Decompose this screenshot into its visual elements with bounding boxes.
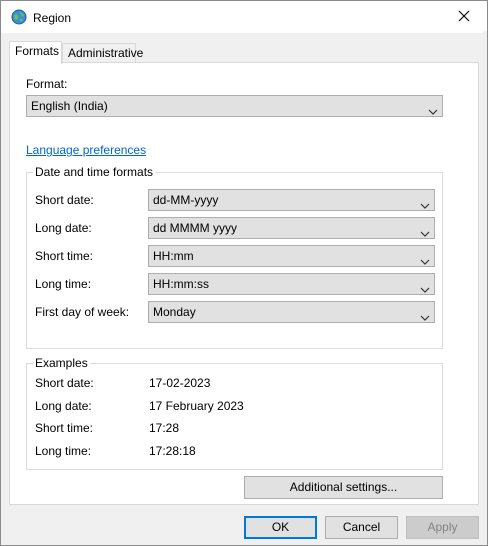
example-short-time-label: Short time: [35,421,94,435]
apply-button[interactable]: Apply [406,516,479,539]
short-time-dropdown[interactable]: HH:mm [148,245,435,267]
format-label: Format: [26,77,68,91]
chevron-down-icon [420,252,430,265]
chevron-down-icon [420,224,430,237]
first-day-of-week-dropdown[interactable]: Monday [148,301,435,323]
ok-button[interactable]: OK [244,516,317,539]
short-time-label: Short time: [35,249,94,263]
short-date-value: dd-MM-yyyy [153,193,219,207]
long-date-label: Long date: [35,221,92,235]
long-date-value: dd MMMM yyyy [153,221,237,235]
short-date-dropdown[interactable]: dd-MM-yyyy [148,189,435,211]
group-title-examples: Examples [33,356,90,370]
long-date-dropdown[interactable]: dd MMMM yyyy [148,217,435,239]
example-long-date-label: Long date: [35,399,92,413]
short-date-label: Short date: [35,193,94,207]
chevron-down-icon [420,280,430,293]
title-bar: Region [1,1,487,33]
example-short-time-value: 17:28 [149,421,180,435]
long-time-dropdown[interactable]: HH:mm:ss [148,273,435,295]
format-dropdown[interactable]: English (India) [26,95,443,117]
language-preferences-link[interactable]: Language preferences [26,143,146,157]
formats-panel: Format: English (India) Language prefere… [9,62,479,505]
example-long-time-value: 17:28:18 [149,444,196,458]
long-time-label: Long time: [35,277,92,291]
globe-icon [11,9,27,25]
scrollbar[interactable] [483,31,487,501]
additional-settings-button[interactable]: Additional settings... [244,476,443,499]
first-day-of-week-value: Monday [153,305,196,319]
examples-group: Examples Short date: 17-02-2023 Long dat… [26,356,443,470]
chevron-down-icon [420,308,430,321]
example-short-date-label: Short date: [35,376,94,390]
format-value: English (India) [31,99,108,113]
tab-formats[interactable]: Formats [9,41,62,64]
short-time-value: HH:mm [153,249,194,263]
first-day-of-week-label: First day of week: [35,305,130,319]
long-time-value: HH:mm:ss [153,277,209,291]
date-time-formats-group: Date and time formats Short date: dd-MM-… [26,165,443,349]
tab-administrative[interactable]: Administrative [62,43,143,63]
group-title-date-time: Date and time formats [33,165,156,179]
close-icon [458,10,470,25]
close-button[interactable] [441,1,487,33]
chevron-down-icon [428,102,438,115]
example-long-date-value: 17 February 2023 [149,399,244,413]
region-dialog: Region Formats Administrative Format: En… [0,0,488,546]
cancel-button[interactable]: Cancel [325,516,398,539]
example-long-time-label: Long time: [35,444,92,458]
chevron-down-icon [420,196,430,209]
example-short-date-value: 17-02-2023 [149,376,211,390]
window-title: Region [33,11,72,25]
